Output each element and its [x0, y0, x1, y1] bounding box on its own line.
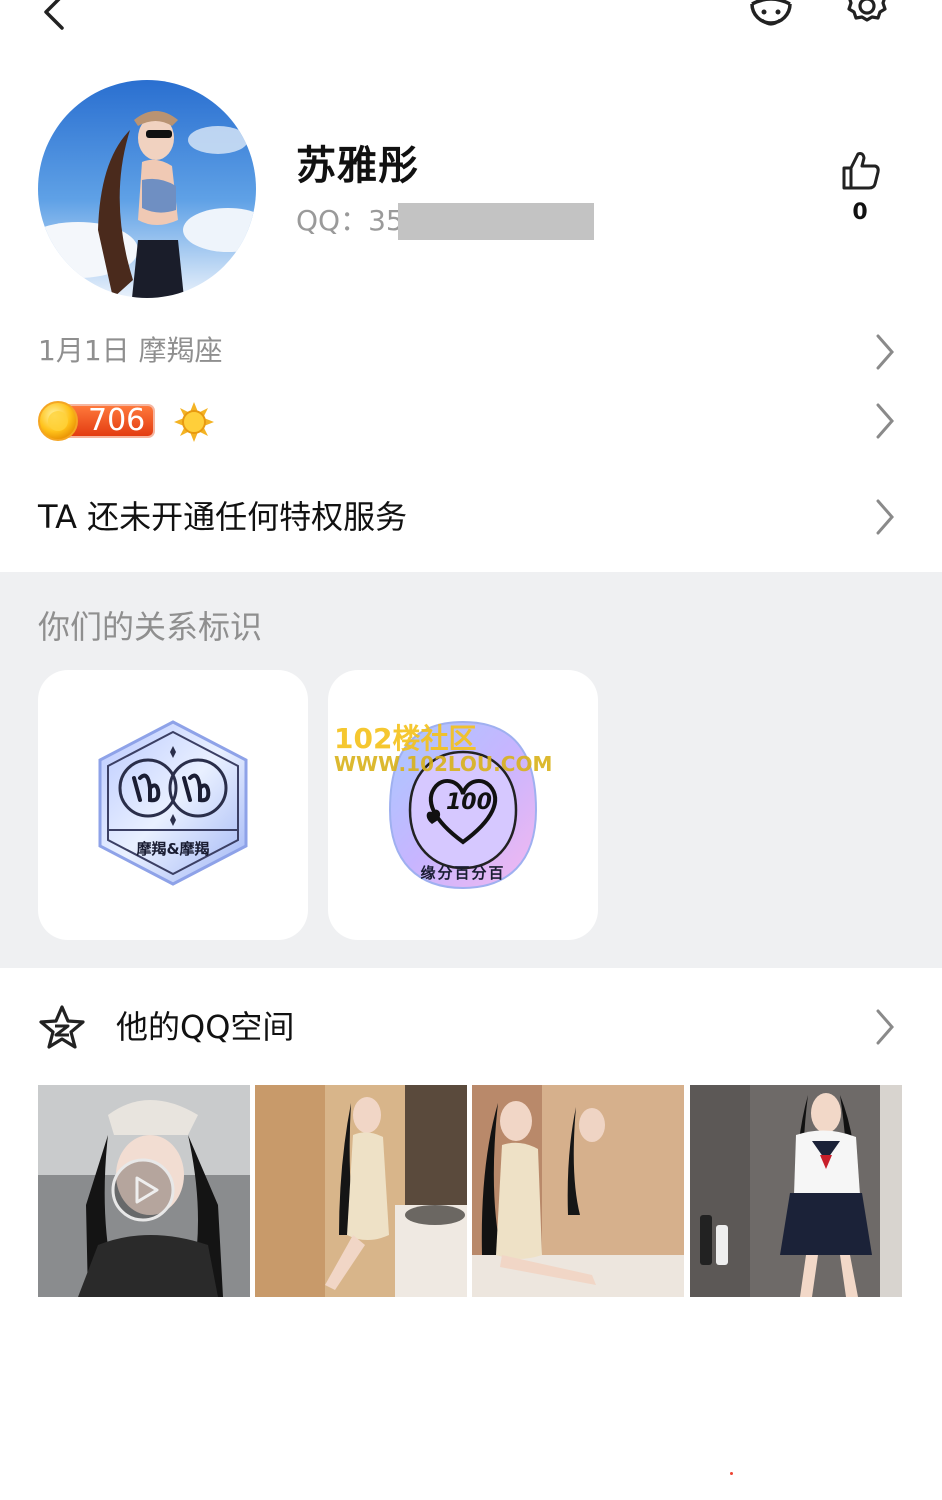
- qq-number: QQ：35: [296, 204, 404, 237]
- capricorn-badge-card[interactable]: 摩羯&摩羯: [38, 670, 308, 940]
- chevron-right-icon[interactable]: [872, 401, 896, 441]
- qzone-photo[interactable]: [255, 1085, 467, 1297]
- qzone-title[interactable]: 他的QQ空间: [116, 1004, 294, 1050]
- back-arrow-icon[interactable]: [36, 0, 76, 36]
- sun-level-icon: [174, 402, 214, 442]
- gear-icon[interactable]: [844, 0, 890, 34]
- privilege-status[interactable]: TA 还未开通任何特权服务: [38, 494, 407, 540]
- qzone-photo-video[interactable]: [38, 1085, 250, 1297]
- chevron-right-icon[interactable]: [872, 1007, 896, 1047]
- relationship-title: 你们的关系标识: [38, 608, 263, 646]
- watermark-url: WWW.102LOU.COM: [334, 752, 553, 776]
- chevron-right-icon[interactable]: [872, 332, 896, 372]
- badge-label: 摩羯&摩羯: [136, 840, 210, 858]
- qzone-star-icon: [38, 1004, 86, 1050]
- qzone-photo[interactable]: [472, 1085, 684, 1297]
- profile-name: 苏雅彤: [296, 143, 419, 189]
- redaction-mask: [398, 203, 594, 240]
- avatar[interactable]: [38, 80, 256, 298]
- badge-score: 100: [446, 790, 492, 815]
- like-count: 0: [852, 200, 868, 225]
- birthday-zodiac: 1月1日 摩羯座: [38, 334, 223, 367]
- chevron-right-icon[interactable]: [872, 497, 896, 537]
- capricorn-badge-icon: [98, 720, 248, 886]
- qzone-photo[interactable]: [690, 1085, 902, 1297]
- status-dot: [730, 1472, 733, 1475]
- thumbs-up-icon[interactable]: [838, 150, 882, 192]
- emoji-face-icon[interactable]: [748, 0, 794, 34]
- level-number: 706: [88, 403, 146, 438]
- yuanfen-badge-card[interactable]: 100 缘分百分百: [328, 670, 598, 940]
- play-icon[interactable]: [111, 1158, 175, 1222]
- watermark-title: 102楼社区: [334, 722, 477, 755]
- badge-label: 缘分百分百: [420, 864, 506, 882]
